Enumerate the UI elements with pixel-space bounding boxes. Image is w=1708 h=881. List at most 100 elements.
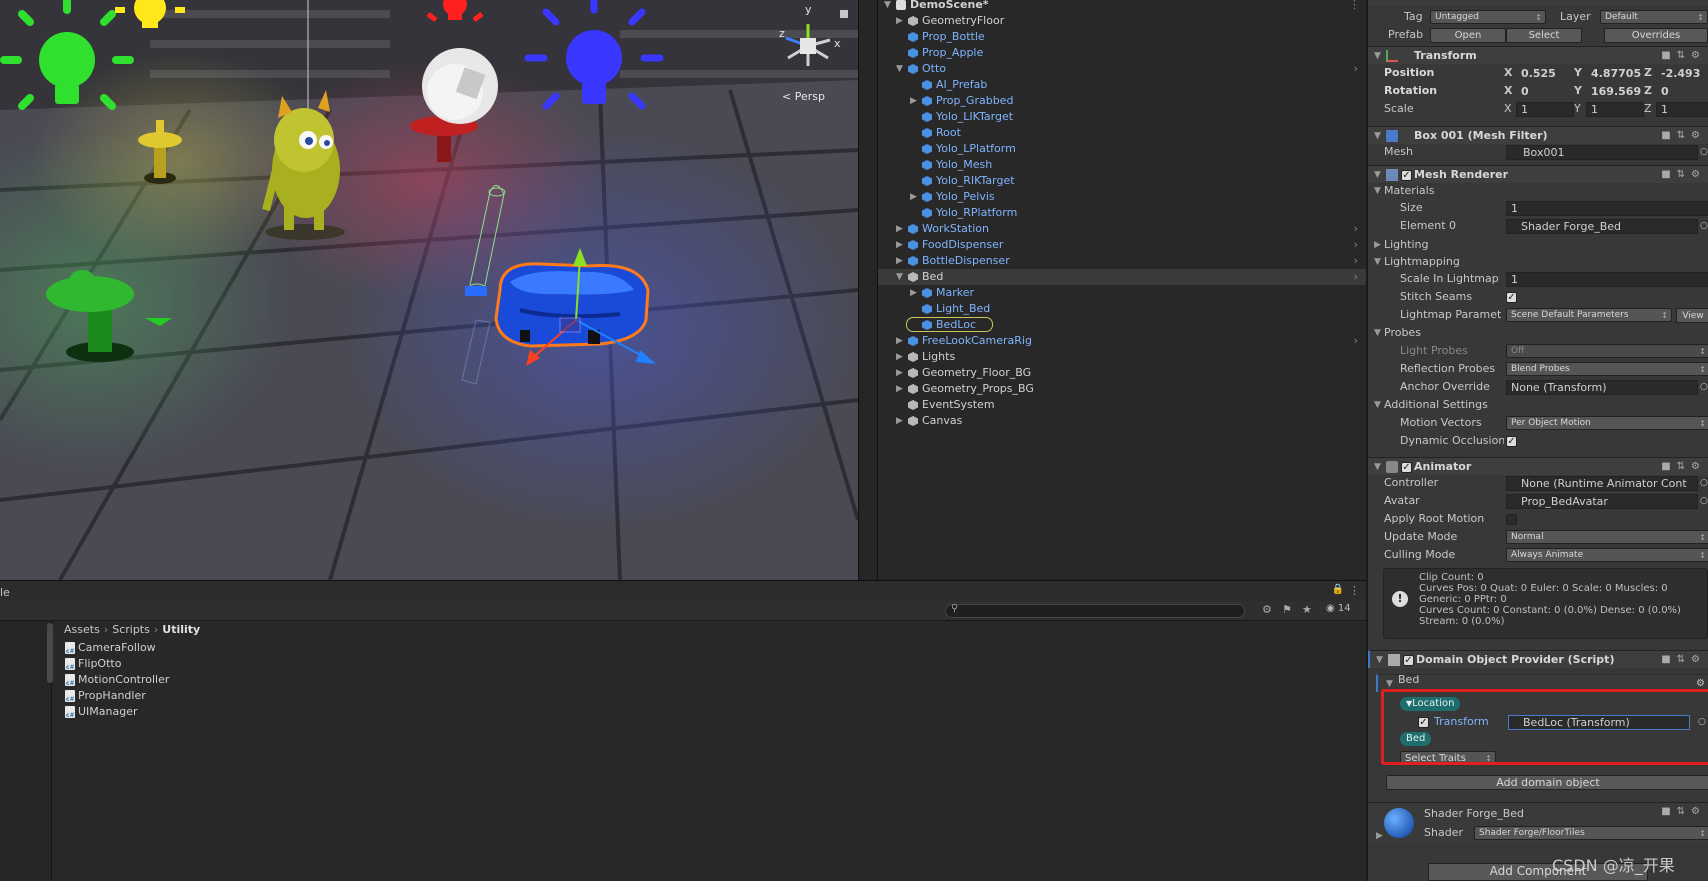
hierarchy-item[interactable]: Yolo_LPlatform: [878, 141, 1366, 157]
hierarchy-item[interactable]: ▶ Yolo_Pelvis: [878, 189, 1366, 205]
hierarchy-item[interactable]: ▶ BottleDispenser ›: [878, 253, 1366, 269]
open-prefab-chevron-icon[interactable]: ›: [1354, 333, 1358, 349]
layer-dropdown[interactable]: Default: [1600, 10, 1708, 24]
scale-y-field[interactable]: 1: [1586, 102, 1644, 117]
material-preview-sphere[interactable]: [1384, 808, 1414, 838]
fold-arrow-icon[interactable]: ▼: [1376, 651, 1383, 669]
open-prefab-chevron-icon[interactable]: ›: [1354, 61, 1358, 77]
transform-header[interactable]: ▼ Transform ■⇅⚙: [1368, 46, 1708, 64]
lighting-row[interactable]: ▶ Lighting: [1368, 236, 1708, 254]
hierarchy-item[interactable]: Yolo_RIKTarget: [878, 173, 1366, 189]
open-prefab-chevron-icon[interactable]: ›: [1354, 221, 1358, 237]
object-picker-icon[interactable]: ○: [1700, 217, 1708, 235]
hierarchy-item[interactable]: ▶ FreeLookCameraRig ›: [878, 333, 1366, 349]
hierarchy-item[interactable]: Yolo_Mesh: [878, 157, 1366, 173]
filter-type-icon[interactable]: ⚙: [1262, 603, 1272, 616]
expand-arrow-icon[interactable]: ▼: [884, 0, 894, 13]
hidden-packages-toggle[interactable]: ◉ 14: [1326, 603, 1351, 614]
collapse-arrow-icon[interactable]: ▶: [896, 13, 906, 29]
hierarchy-item[interactable]: ▶ Marker: [878, 285, 1366, 301]
anchor-override-field[interactable]: None (Transform): [1506, 380, 1698, 395]
breadcrumb-assets[interactable]: Assets: [64, 623, 100, 636]
domain-provider-header[interactable]: ▼ ✓ Domain Object Provider (Script) ■⇅⚙: [1368, 650, 1708, 668]
collapse-arrow-icon[interactable]: ▶: [896, 381, 906, 397]
lock-icon[interactable]: 🔒: [1332, 584, 1344, 595]
mesh-renderer-header[interactable]: ▼ ✓ Mesh Renderer ■⇅⚙: [1368, 165, 1708, 183]
camera-projection-label[interactable]: < Persp: [782, 90, 825, 103]
element0-field[interactable]: Shader Forge_Bed: [1506, 219, 1698, 234]
scale-z-field[interactable]: 1: [1656, 102, 1708, 117]
scale-lightmap-field[interactable]: 1: [1506, 272, 1708, 287]
hierarchy-item[interactable]: ▶ GeometryFloor: [878, 13, 1366, 29]
add-domain-object-button[interactable]: Add domain object: [1386, 775, 1708, 790]
scene-root-row[interactable]: ▼ DemoScene* ⋮: [878, 0, 1366, 13]
materials-row[interactable]: ▼ Materials: [1368, 182, 1708, 200]
fold-arrow-icon[interactable]: ▼: [1374, 324, 1381, 342]
size-field[interactable]: 1: [1506, 201, 1708, 216]
collapse-arrow-icon[interactable]: ▶: [910, 93, 920, 109]
hierarchy-item[interactable]: AI_Prefab: [878, 77, 1366, 93]
collapse-arrow-icon[interactable]: ▶: [896, 413, 906, 429]
hierarchy-item[interactable]: ▼ Otto ›: [878, 61, 1366, 77]
collapse-arrow-icon[interactable]: ▶: [896, 221, 906, 237]
fold-arrow-icon[interactable]: ▼: [1374, 182, 1381, 200]
project-folder-tree[interactable]: [0, 621, 52, 881]
hierarchy-item[interactable]: Light_Bed: [878, 301, 1366, 317]
project-search-input[interactable]: ⚲: [945, 603, 1245, 618]
controller-field[interactable]: None (Runtime Animator Cont: [1506, 476, 1698, 491]
fold-arrow-right-icon[interactable]: ▶: [1376, 827, 1383, 845]
hierarchy-item[interactable]: Prop_Apple: [878, 45, 1366, 61]
hierarchy-item[interactable]: ▶ Canvas: [878, 413, 1366, 429]
fold-arrow-right-icon[interactable]: ▶: [1374, 236, 1381, 254]
open-prefab-chevron-icon[interactable]: ›: [1354, 269, 1358, 285]
open-prefab-chevron-icon[interactable]: ›: [1354, 253, 1358, 269]
mesh-filter-header[interactable]: ▼ Box 001 (Mesh Filter) ■⇅⚙: [1368, 126, 1708, 144]
rotation-y-field[interactable]: 169.569: [1586, 84, 1644, 99]
dynamic-occlusion-checkbox[interactable]: ✓: [1506, 436, 1517, 447]
lock-icon[interactable]: [840, 10, 848, 18]
object-picker-icon[interactable]: ○: [1700, 492, 1708, 510]
object-picker-icon[interactable]: ○: [1700, 474, 1708, 492]
file-item[interactable]: CameraFollow: [65, 640, 156, 660]
hierarchy-item[interactable]: Root: [878, 125, 1366, 141]
hierarchy-item[interactable]: ▶ FoodDispenser ›: [878, 237, 1366, 253]
hierarchy-item[interactable]: ▶ Prop_Grabbed: [878, 93, 1366, 109]
folder-tree-scrollbar[interactable]: [47, 623, 53, 683]
scale-x-field[interactable]: 1: [1516, 102, 1574, 117]
project-panel[interactable]: le 🔒 ⋮ ⚲ ⚙ ⚑ ★ ◉ 14 Assets › Scripts › Utili…: [0, 580, 1366, 881]
prefab-overrides-button[interactable]: Overrides: [1604, 28, 1708, 43]
shader-dropdown[interactable]: Shader Forge/FloorTiles: [1474, 826, 1708, 840]
hierarchy-item[interactable]: ▶ Geometry_Props_BG: [878, 381, 1366, 397]
domain-provider-enabled-checkbox[interactable]: ✓: [1403, 655, 1414, 666]
hierarchy-item[interactable]: EventSystem: [878, 397, 1366, 413]
scene-view[interactable]: y z x < Persp: [0, 0, 858, 580]
motion-vectors-dropdown[interactable]: Per Object Motion: [1506, 416, 1708, 430]
fold-arrow-icon[interactable]: ▼: [1374, 47, 1381, 65]
animator-header[interactable]: ▼ ✓ Animator ■⇅⚙: [1368, 457, 1708, 475]
object-picker-icon[interactable]: ○: [1700, 143, 1708, 161]
file-item[interactable]: FlipOtto: [65, 656, 121, 676]
rotation-z-field[interactable]: 0: [1656, 84, 1708, 99]
hierarchy-item[interactable]: ▶ Lights: [878, 349, 1366, 365]
open-prefab-chevron-icon[interactable]: ›: [1354, 237, 1358, 253]
collapse-arrow-icon[interactable]: ▶: [896, 365, 906, 381]
probes-row[interactable]: ▼ Probes: [1368, 324, 1708, 342]
mesh-field[interactable]: Box001: [1506, 145, 1698, 160]
collapse-arrow-icon[interactable]: ▶: [910, 285, 920, 301]
fold-arrow-icon[interactable]: ▼: [1374, 396, 1381, 414]
prefab-select-button[interactable]: Select: [1506, 28, 1582, 43]
avatar-field[interactable]: Prop_BedAvatar: [1506, 494, 1698, 509]
hierarchy-item[interactable]: ▶ WorkStation ›: [878, 221, 1366, 237]
rotation-x-field[interactable]: 0: [1516, 84, 1574, 99]
tag-dropdown[interactable]: Untagged: [1430, 10, 1546, 24]
fold-arrow-icon[interactable]: ▼: [1374, 253, 1381, 271]
menu-icon[interactable]: ⋮: [1349, 584, 1360, 597]
collapse-arrow-icon[interactable]: ▶: [910, 189, 920, 205]
stitch-seams-checkbox[interactable]: ✓: [1506, 292, 1517, 303]
favorite-star-icon[interactable]: ★: [1302, 603, 1312, 616]
additional-settings-row[interactable]: ▼ Additional Settings: [1368, 396, 1708, 414]
file-item[interactable]: PropHandler: [65, 688, 146, 708]
position-y-field[interactable]: 4.87705: [1586, 66, 1644, 81]
object-picker-icon[interactable]: ○: [1700, 378, 1708, 396]
position-x-field[interactable]: 0.525: [1516, 66, 1574, 81]
